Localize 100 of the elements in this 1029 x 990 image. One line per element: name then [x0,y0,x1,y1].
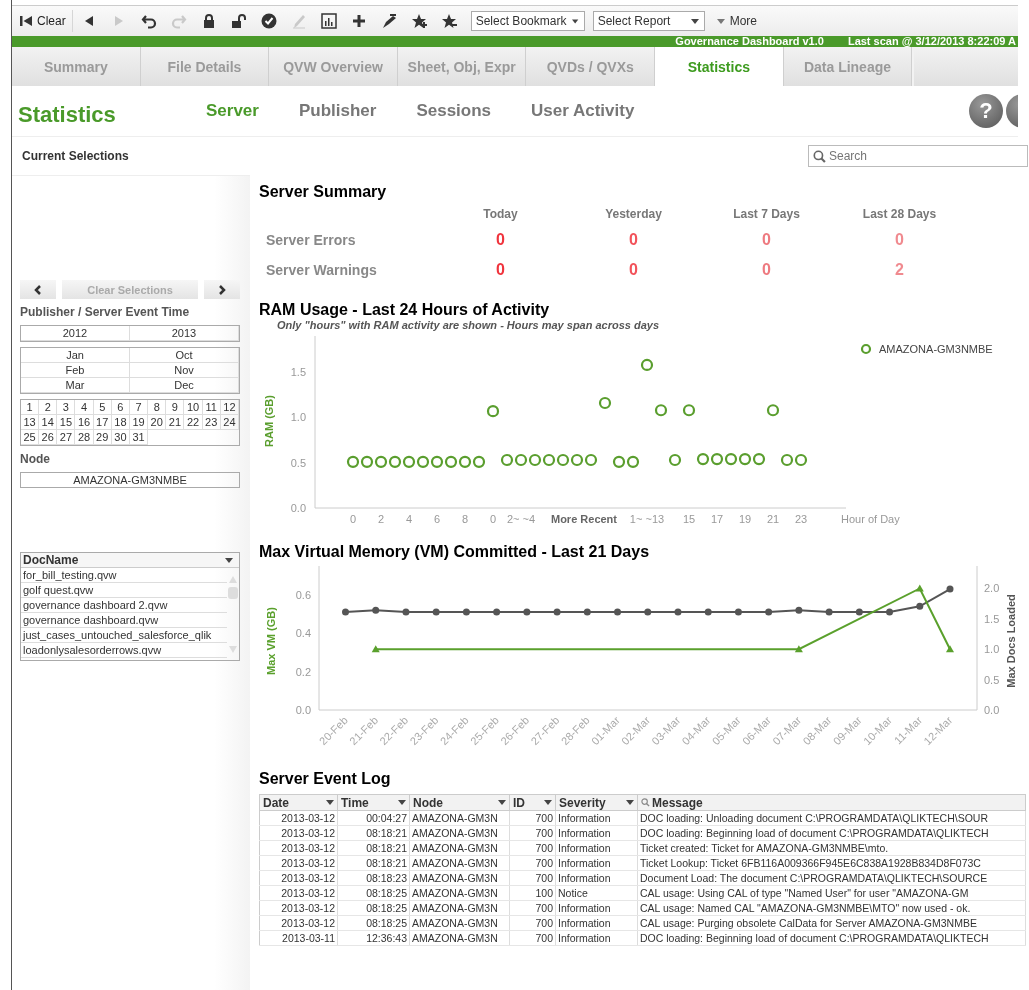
filter-title: Node [20,452,51,466]
month-item[interactable]: Oct [130,348,239,363]
day-item[interactable]: 9 [166,400,185,415]
list-item[interactable]: golf quest.qvw [21,583,227,598]
day-item[interactable]: 18 [111,415,130,430]
month-item[interactable]: Jan [21,348,130,363]
table-cell: Information [555,840,638,856]
data-point [612,455,626,468]
row-label: Server Warnings [265,261,378,280]
day-item[interactable]: 27 [57,430,76,445]
list-item[interactable]: loadonlysalesorderrows.qvw [21,643,227,658]
day-item[interactable]: 28 [75,430,94,445]
table-cell: 2013-03-12 [259,825,338,841]
clear-button[interactable]: Clear [14,8,70,34]
data-point [402,455,416,468]
day-item[interactable]: 13 [21,415,40,430]
column-header[interactable]: Message [637,794,1026,811]
table-cell: 2013-03-12 [259,840,338,856]
undo-icon [140,13,157,29]
day-item[interactable]: 29 [93,430,112,445]
month-item[interactable]: Nov [130,363,239,378]
day-item[interactable]: 31 [130,430,149,445]
sub-tab[interactable]: Sessions [416,101,492,121]
day-item[interactable]: 17 [93,415,112,430]
day-item[interactable]: 11 [202,400,221,415]
table-cell: AMAZONA-GM3N [409,810,510,826]
sub-tab[interactable]: Publisher [298,101,377,121]
column-header[interactable]: Severity [555,794,638,811]
chart-title: Max Virtual Memory (VM) Committed - Last 21 Days [259,543,651,561]
year-item[interactable]: 2013 [130,326,239,341]
next-button[interactable] [204,280,240,299]
select-dropdown[interactable]: Select Bookmark [470,11,585,31]
help-button[interactable]: ? [969,94,1003,128]
table-cell: 08:18:21 [337,825,410,841]
day-item[interactable]: 23 [202,415,221,430]
column-header[interactable]: Node [409,794,510,811]
list-item[interactable]: governance dashboard 2.qvw [21,598,227,613]
chevron-right-icon [217,284,227,295]
tab[interactable]: Statistics [655,47,784,86]
data-point [752,453,766,466]
day-item[interactable]: 6 [111,400,130,415]
table-cell: 700 [509,915,556,931]
day-item[interactable]: 7 [130,400,149,415]
node-item[interactable]: AMAZONA-GM3NMBE [20,472,240,488]
day-item[interactable]: 3 [57,400,76,415]
tick-label: 6 [433,513,441,525]
data-point [734,608,742,616]
table-cell: AMAZONA-GM3N [409,900,510,916]
data-point [553,608,561,616]
tick-label: 1.5 [290,366,306,379]
table-cell: 700 [509,930,556,946]
list-item[interactable]: for_bill_testing.qvw [21,568,227,583]
day-item[interactable]: 16 [75,415,94,430]
month-item[interactable]: Mar [21,378,130,393]
day-item[interactable]: 26 [39,430,58,445]
table-cell: AMAZONA-GM3N [409,840,510,856]
search-field[interactable]: Search [808,145,1028,167]
day-item[interactable]: 5 [93,400,112,415]
day-item[interactable]: 15 [57,415,76,430]
more-button[interactable]: More [716,14,758,28]
data-point [626,455,640,468]
month-item[interactable]: Feb [21,363,130,378]
day-item[interactable]: 30 [111,430,130,445]
data-point [916,602,924,610]
select-dropdown[interactable]: Select Report [592,11,705,31]
table-cell: 700 [509,825,556,841]
day-item[interactable]: 2 [39,400,58,415]
sub-tab[interactable]: User Activity [531,101,635,121]
day-item[interactable]: 12 [220,400,239,415]
day-item[interactable]: 4 [75,400,94,415]
table-cell: Notice [555,885,638,901]
tick-label: 2~ ~4 [506,513,536,525]
table-cell: Information [555,810,638,826]
table-cell: 2013-03-12 [259,885,338,901]
year-item[interactable]: 2012 [21,326,130,341]
month-item[interactable]: Dec [130,378,239,393]
day-item[interactable]: 21 [166,415,185,430]
tick-label: 15 [682,513,696,525]
day-item[interactable]: 20 [148,415,167,430]
table-cell: Information [555,870,638,886]
list-item[interactable]: governance dashboard.qvw [21,613,227,628]
table-cell: 08:18:21 [337,855,410,871]
sub-tab[interactable]: Server [206,101,259,121]
tick-label: 1.0 [290,411,306,424]
list-item[interactable]: just_cases_untouched_salesforce_qlik [21,628,227,643]
day-item[interactable]: 10 [184,400,203,415]
day-item[interactable]: 24 [220,415,239,430]
previous-button[interactable] [20,280,56,299]
day-item[interactable]: 1 [21,400,40,415]
day-item[interactable]: 14 [39,415,58,430]
day-item[interactable]: 25 [21,430,40,445]
column-header[interactable]: Time [337,794,410,811]
day-item[interactable]: 8 [148,400,167,415]
column-header[interactable]: ID [509,794,556,811]
column-header[interactable]: Date [259,794,338,811]
table-cell: CAL usage: Using CAL of type "Named User" for user "AMAZONA-GM [637,885,1026,901]
table-cell: 700 [509,870,556,886]
day-item[interactable]: 19 [130,415,149,430]
tick-label: 17 [710,513,724,525]
day-item[interactable]: 22 [184,415,203,430]
